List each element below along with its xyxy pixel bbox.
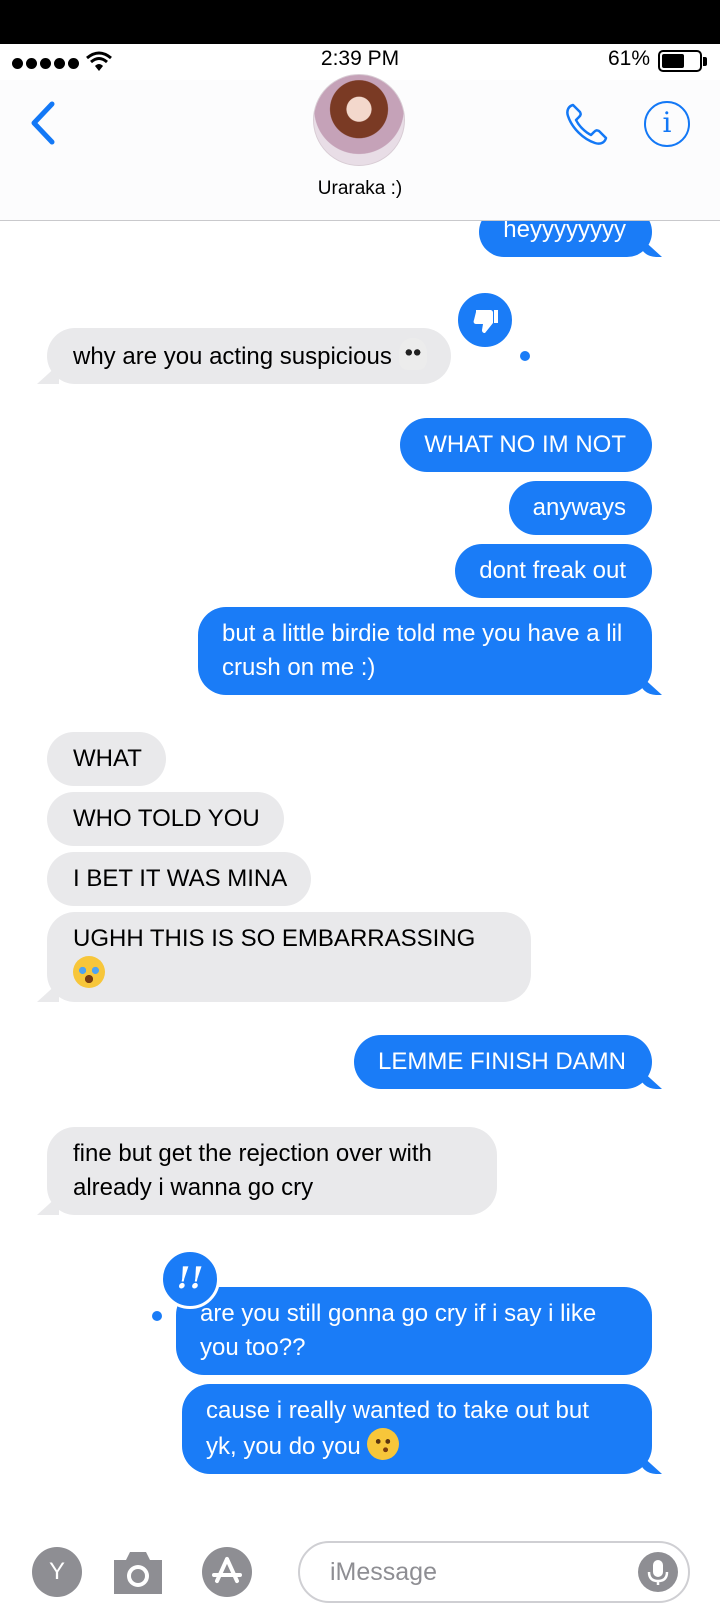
phone-icon[interactable] [563,100,611,148]
message-text: heyyyyyyyy [503,221,626,243]
message-thread[interactable]: heyyyyyyyy why are you acting suspicious… [0,221,720,1531]
tapback-tail-dot [520,351,530,361]
message-bubble-outgoing[interactable]: but a little birdie told me you have a l… [198,607,652,695]
tapback-label: !! [176,1261,204,1296]
message-text: are you still gonna go cry if i say i li… [200,1300,597,1361]
contact-name[interactable]: Uraraka :) [0,178,720,200]
message-bubble-outgoing[interactable]: WHAT NO IM NOT [400,418,652,472]
message-text: I BET IT WAS MINA [73,865,288,892]
message-bubble-incoming[interactable]: why are you acting suspicious [47,328,451,384]
imessage-placeholder: iMessage [330,1558,437,1586]
conversation-header: Uraraka :) i [0,74,720,221]
tapback-tail-dot [152,1311,162,1321]
contact-avatar[interactable] [313,74,405,166]
battery-icon [658,50,702,72]
imessage-input[interactable]: iMessage [298,1541,690,1603]
message-bubble-outgoing[interactable]: dont freak out [455,544,652,598]
message-bubble-incoming[interactable]: I BET IT WAS MINA [47,852,312,906]
message-bubble-outgoing[interactable]: are you still gonna go cry if i say i li… [176,1287,652,1375]
message-bubble-outgoing[interactable]: LEMME FINISH DAMN [353,1035,652,1089]
kissing-emoji [367,1428,400,1460]
message-bubble-outgoing[interactable]: anyways [508,481,652,535]
crying-emoji [73,956,105,988]
app-drawer-button[interactable]: Y [32,1547,82,1597]
message-bubble-incoming[interactable]: WHO TOLD YOU [47,792,284,846]
message-text: anyways [532,494,626,521]
app-store-icon[interactable] [202,1547,252,1597]
top-black-bar [0,0,720,44]
message-bubble-incoming[interactable]: fine but get the rejection over with alr… [47,1127,497,1215]
message-input-bar: Y iMessage [0,1531,720,1612]
message-bubble-outgoing[interactable]: heyyyyyyyy [479,221,652,257]
message-bubble-incoming[interactable]: UGHH THIS IS SO EMBARRASSING [47,912,531,1002]
back-chevron-icon[interactable] [26,98,62,148]
battery-tip [703,57,707,66]
message-text: WHAT [73,745,142,772]
message-bubble-outgoing[interactable]: cause i really wanted to take out but yk… [182,1384,652,1474]
message-text: WHAT NO IM NOT [424,431,626,458]
message-text: UGHH THIS IS SO EMBARRASSING [73,925,476,952]
message-text: LEMME FINISH DAMN [377,1048,626,1075]
message-text: but a little birdie told me you have a l… [222,620,623,681]
message-text: dont freak out [479,557,626,584]
thumbs-down-tapback-icon[interactable] [455,290,515,350]
exclamation-tapback-icon[interactable]: !! [160,1249,220,1309]
microphone-icon[interactable] [638,1552,678,1592]
message-bubble-incoming[interactable]: WHAT [47,732,166,786]
message-text: why are you acting suspicious [73,343,392,370]
camera-icon[interactable] [110,1546,166,1598]
info-icon[interactable]: i [644,101,690,147]
message-text: WHO TOLD YOU [73,805,260,832]
message-text: fine but get the rejection over with alr… [73,1140,432,1201]
battery-percent: 61% [607,47,650,70]
skull-emoji [398,338,427,370]
